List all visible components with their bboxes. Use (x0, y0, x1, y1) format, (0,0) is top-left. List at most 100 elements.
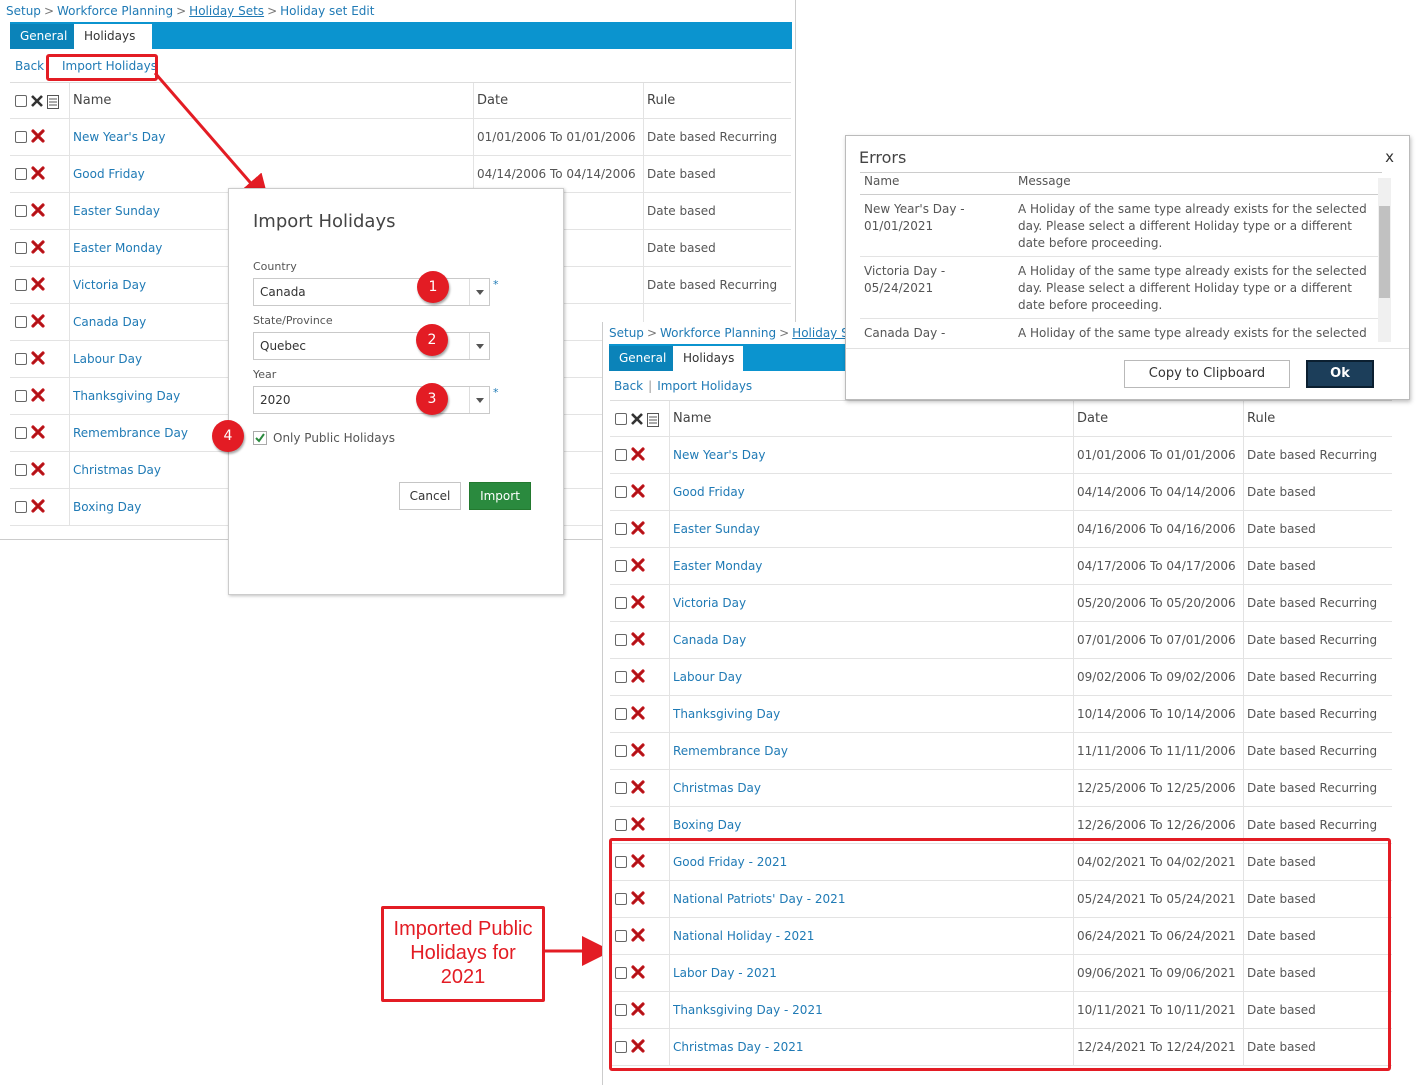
holiday-name-link[interactable]: Easter Monday (73, 230, 162, 266)
holiday-name-link[interactable]: Boxing Day (73, 489, 141, 525)
delete-icon[interactable] (30, 498, 46, 514)
delete-icon[interactable] (30, 128, 46, 144)
back-link[interactable]: Back (614, 379, 643, 393)
chevron-down-icon[interactable] (469, 279, 489, 305)
row-checkbox[interactable] (615, 671, 627, 683)
tab-general[interactable]: General (609, 346, 673, 371)
holiday-name-link[interactable]: Remembrance Day (673, 733, 788, 769)
holiday-name-link[interactable]: Canada Day (673, 622, 746, 658)
chevron-down-icon[interactable] (469, 333, 489, 359)
year-select[interactable]: 2020 (253, 386, 490, 414)
delete-icon[interactable] (630, 557, 646, 573)
delete-icon[interactable] (630, 779, 646, 795)
row-checkbox[interactable] (615, 523, 627, 535)
holiday-name-link[interactable]: Easter Monday (673, 548, 762, 584)
holiday-name-link[interactable]: Easter Sunday (73, 193, 160, 229)
holiday-name-link[interactable]: Good Friday (73, 156, 145, 192)
holiday-name-link[interactable]: Christmas Day (73, 452, 161, 488)
delete-icon[interactable] (630, 668, 646, 684)
row-checkbox[interactable] (15, 242, 27, 254)
holiday-name-link[interactable]: Labour Day (73, 341, 142, 377)
holiday-name-link[interactable]: New Year's Day (673, 437, 765, 473)
delete-icon[interactable] (630, 742, 646, 758)
select-all-checkbox[interactable] (15, 95, 27, 107)
delete-icon[interactable] (630, 520, 646, 536)
delete-icon[interactable] (630, 594, 646, 610)
columns-icon[interactable] (47, 95, 59, 109)
ok-button[interactable]: Ok (1306, 360, 1374, 388)
row-checkbox[interactable] (15, 353, 27, 365)
column-header-rule[interactable]: Rule (1247, 401, 1275, 437)
holiday-name-link[interactable]: Canada Day (73, 304, 146, 340)
breadcrumb-workforce-planning[interactable]: Workforce Planning (660, 326, 776, 340)
country-select[interactable]: Canada (253, 278, 490, 306)
holiday-name-link[interactable]: Victoria Day (73, 267, 146, 303)
delete-icon[interactable] (630, 446, 646, 462)
row-checkbox[interactable] (15, 427, 27, 439)
row-checkbox[interactable] (15, 279, 27, 291)
holiday-name-link[interactable]: Thanksgiving Day (673, 696, 780, 732)
column-header-rule[interactable]: Rule (647, 83, 675, 119)
row-checkbox[interactable] (15, 390, 27, 402)
row-checkbox[interactable] (615, 708, 627, 720)
breadcrumb-holiday-sets[interactable]: Holiday Sets (792, 326, 848, 340)
holiday-name-link[interactable]: Thanksgiving Day (73, 378, 180, 414)
delete-icon[interactable] (630, 631, 646, 647)
breadcrumb-holiday-sets[interactable]: Holiday Sets (189, 4, 264, 18)
column-header-date[interactable]: Date (477, 83, 508, 119)
row-checkbox[interactable] (15, 501, 27, 513)
holiday-name-link[interactable]: Remembrance Day (73, 415, 188, 451)
row-checkbox[interactable] (615, 597, 627, 609)
errors-scrollbar[interactable] (1378, 178, 1391, 342)
delete-icon[interactable] (630, 816, 646, 832)
row-checkbox[interactable] (615, 486, 627, 498)
breadcrumb-workforce-planning[interactable]: Workforce Planning (57, 4, 173, 18)
delete-icon[interactable] (30, 313, 46, 329)
row-checkbox[interactable] (615, 634, 627, 646)
state-select[interactable]: Quebec (253, 332, 490, 360)
delete-icon[interactable] (30, 461, 46, 477)
row-checkbox[interactable] (15, 131, 27, 143)
delete-icon[interactable] (30, 202, 46, 218)
back-link[interactable]: Back (15, 59, 44, 73)
import-button[interactable]: Import (469, 482, 531, 510)
chevron-down-icon[interactable] (469, 387, 489, 413)
row-checkbox[interactable] (15, 168, 27, 180)
row-checkbox[interactable] (15, 205, 27, 217)
columns-icon[interactable] (647, 413, 659, 427)
only-public-holidays-checkbox[interactable] (253, 431, 267, 445)
row-checkbox[interactable] (615, 745, 627, 757)
delete-icon[interactable] (630, 705, 646, 721)
tab-general[interactable]: General (10, 24, 74, 49)
row-checkbox[interactable] (615, 819, 627, 831)
cancel-button[interactable]: Cancel (399, 482, 461, 510)
scrollbar-thumb[interactable] (1379, 206, 1390, 298)
delete-icon[interactable] (30, 276, 46, 292)
row-checkbox[interactable] (15, 316, 27, 328)
delete-icon[interactable] (630, 483, 646, 499)
row-checkbox[interactable] (615, 560, 627, 572)
delete-icon[interactable] (30, 424, 46, 440)
close-icon[interactable]: x (1385, 148, 1394, 166)
holiday-name-link[interactable]: Labour Day (673, 659, 742, 695)
holiday-name-link[interactable]: New Year's Day (73, 119, 165, 155)
tab-holidays[interactable]: Holidays (74, 24, 152, 49)
breadcrumb-setup[interactable]: Setup (609, 326, 644, 340)
column-header-name[interactable]: Name (73, 83, 111, 119)
import-holidays-link[interactable]: Import Holidays (657, 379, 752, 393)
column-header-date[interactable]: Date (1077, 401, 1108, 437)
delete-icon[interactable] (30, 239, 46, 255)
column-header-name[interactable]: Name (673, 401, 711, 437)
select-all-checkbox[interactable] (615, 413, 627, 425)
breadcrumb-setup[interactable]: Setup (6, 4, 41, 18)
tab-holidays[interactable]: Holidays (673, 346, 743, 371)
row-checkbox[interactable] (615, 782, 627, 794)
delete-icon[interactable] (30, 350, 46, 366)
holiday-name-link[interactable]: Victoria Day (673, 585, 746, 621)
holiday-name-link[interactable]: Easter Sunday (673, 511, 760, 547)
copy-to-clipboard-button[interactable]: Copy to Clipboard (1124, 360, 1290, 388)
holiday-name-link[interactable]: Christmas Day (673, 770, 761, 806)
row-checkbox[interactable] (615, 449, 627, 461)
delete-icon[interactable] (30, 387, 46, 403)
holiday-name-link[interactable]: Good Friday (673, 474, 745, 510)
